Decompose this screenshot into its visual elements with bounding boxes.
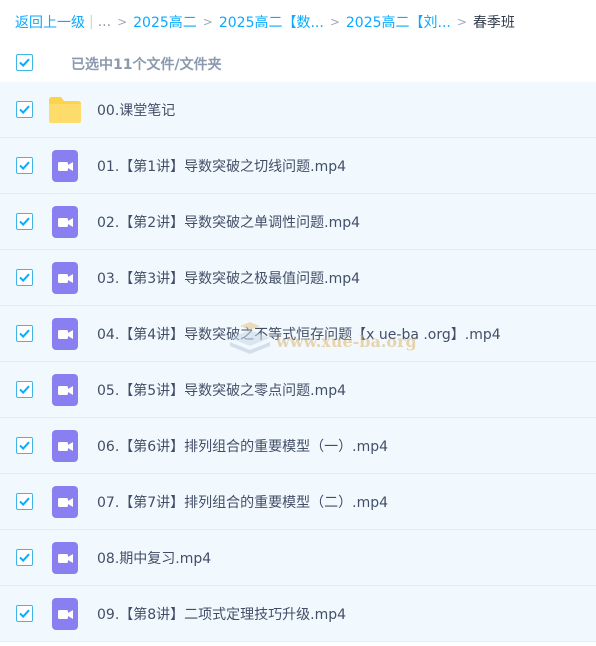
check-icon <box>19 385 30 395</box>
video-file-icon <box>49 150 81 182</box>
breadcrumb-item[interactable]: 2025高二 <box>133 12 197 32</box>
check-icon <box>19 553 30 563</box>
video-file-icon <box>49 598 81 630</box>
file-name[interactable]: 09.【第8讲】二项式定理技巧升级.mp4 <box>97 604 346 624</box>
file-name[interactable]: 01.【第1讲】导数突破之切线问题.mp4 <box>97 156 346 176</box>
breadcrumb-ellipsis[interactable]: ... <box>98 14 111 30</box>
chevron-right-icon: > <box>329 15 340 29</box>
breadcrumb: 返回上一级 | ... > 2025高二 > 2025高二【数... > 202… <box>0 0 596 44</box>
file-row[interactable]: 02.【第2讲】导数突破之单调性问题.mp4 <box>0 194 596 250</box>
file-row[interactable]: 01.【第1讲】导数突破之切线问题.mp4 <box>0 138 596 194</box>
file-row[interactable]: 09.【第8讲】二项式定理技巧升级.mp4 <box>0 586 596 642</box>
file-name[interactable]: 08.期中复习.mp4 <box>97 548 211 568</box>
video-file-icon <box>49 262 81 294</box>
check-icon <box>19 273 30 283</box>
video-file-icon <box>49 374 81 406</box>
video-file-icon <box>49 430 81 462</box>
folder-icon <box>48 96 82 124</box>
select-all-checkbox[interactable] <box>16 54 33 71</box>
file-checkbox[interactable] <box>16 605 33 622</box>
file-name[interactable]: 05.【第5讲】导数突破之零点问题.mp4 <box>97 380 346 400</box>
file-checkbox[interactable] <box>16 213 33 230</box>
file-name[interactable]: 04.【第4讲】导数突破之不等式恒存问题【x ue-ba .org】.mp4 <box>97 324 501 344</box>
file-name[interactable]: 02.【第2讲】导数突破之单调性问题.mp4 <box>97 212 360 232</box>
check-icon <box>19 441 30 451</box>
video-file-icon <box>49 542 81 574</box>
chevron-right-icon: > <box>117 15 128 29</box>
file-checkbox[interactable] <box>16 269 33 286</box>
file-row[interactable]: 06.【第6讲】排列组合的重要模型（一）.mp4 <box>0 418 596 474</box>
breadcrumb-item[interactable]: 2025高二【数... <box>219 12 324 32</box>
selection-count: 已选中11个文件/文件夹 <box>71 57 222 73</box>
file-checkbox[interactable] <box>16 325 33 342</box>
file-checkbox[interactable] <box>16 157 33 174</box>
breadcrumb-current: 春季班 <box>472 15 515 31</box>
selection-bar: 已选中11个文件/文件夹 <box>0 44 596 82</box>
check-icon <box>19 105 30 115</box>
file-checkbox[interactable] <box>16 493 33 510</box>
check-icon <box>19 329 30 339</box>
check-icon <box>19 217 30 227</box>
back-link[interactable]: 返回上一级 <box>15 12 85 32</box>
file-name[interactable]: 07.【第7讲】排列组合的重要模型（二）.mp4 <box>97 492 388 512</box>
file-row[interactable]: 08.期中复习.mp4 <box>0 530 596 586</box>
video-file-icon <box>49 318 81 350</box>
file-row[interactable]: 04.【第4讲】导数突破之不等式恒存问题【x ue-ba .org】.mp4 <box>0 306 596 362</box>
chevron-right-icon: > <box>202 15 213 29</box>
check-icon <box>19 609 30 619</box>
file-row[interactable]: 05.【第5讲】导数突破之零点问题.mp4 <box>0 362 596 418</box>
file-name[interactable]: 03.【第3讲】导数突破之极最值问题.mp4 <box>97 268 360 288</box>
file-name[interactable]: 06.【第6讲】排列组合的重要模型（一）.mp4 <box>97 436 388 456</box>
file-row[interactable]: 07.【第7讲】排列组合的重要模型（二）.mp4 <box>0 474 596 530</box>
file-list: 00.课堂笔记 01.【第1讲】导数突破之切线问题.mp4 02.【第2讲】导数突破… <box>0 82 596 642</box>
video-file-icon <box>49 206 81 238</box>
check-icon <box>19 58 30 68</box>
video-file-icon <box>49 486 81 518</box>
breadcrumb-item[interactable]: 2025高二【刘... <box>346 12 451 32</box>
file-row[interactable]: 00.课堂笔记 <box>0 82 596 138</box>
file-checkbox[interactable] <box>16 381 33 398</box>
file-name[interactable]: 00.课堂笔记 <box>97 100 175 120</box>
file-checkbox[interactable] <box>16 101 33 118</box>
check-icon <box>19 497 30 507</box>
file-row[interactable]: 03.【第3讲】导数突破之极最值问题.mp4 <box>0 250 596 306</box>
file-checkbox[interactable] <box>16 437 33 454</box>
chevron-right-icon: > <box>456 15 467 29</box>
check-icon <box>19 161 30 171</box>
breadcrumb-divider: | <box>89 14 94 30</box>
file-checkbox[interactable] <box>16 549 33 566</box>
